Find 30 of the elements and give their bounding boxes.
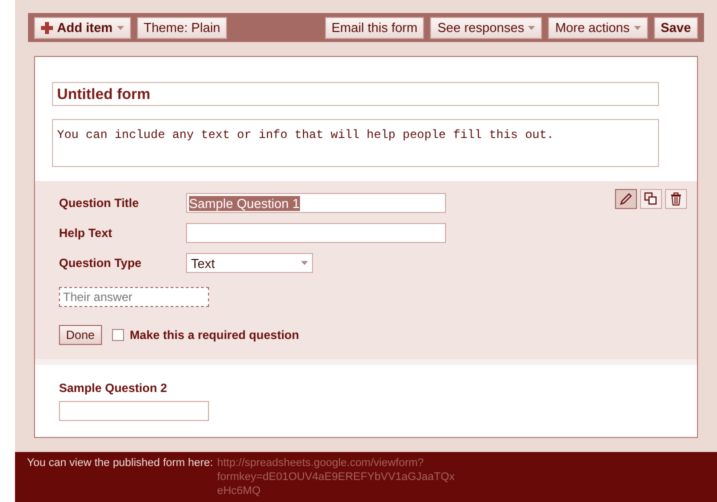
field-label: Question Type [59,256,142,270]
input-field[interactable]: Sample Question 1 [186,193,446,213]
checkbox-label: Make this a required question [130,328,300,342]
edit-button[interactable] [615,189,637,209]
delete-button[interactable] [665,189,687,209]
form-description-field[interactable]: You can include any text or info that will help people fill this out. [52,119,659,167]
footer-text: You can view the published form here: [27,456,214,470]
form-title-field[interactable]: Untitled form [52,82,659,106]
answer-field[interactable] [59,401,209,421]
toolbar-button[interactable]: Theme: Plain [136,16,228,38]
trash-icon [668,191,684,207]
required-checkbox[interactable] [112,329,124,341]
field-label: Question Title [59,196,140,210]
field-label: Help Text [59,226,114,240]
question-type-dropdown[interactable]: Text [186,253,313,273]
plus-icon [41,22,53,34]
dropdown-value: Text [191,256,215,270]
copy-icon [643,191,659,207]
toolbar-button[interactable]: See responses [430,16,542,38]
pencil-icon [618,191,634,207]
toolbar-button[interactable]: Email this form [324,16,424,38]
caret-icon [301,261,308,265]
input-field[interactable] [186,223,446,243]
done-button[interactable]: Done [59,325,102,345]
answer-preview-field[interactable]: Their answer [59,287,209,307]
question-title: Sample Question 2 [59,381,168,395]
toolbar-button[interactable]: Save [654,16,698,38]
toolbar-button[interactable]: More actions [548,16,648,38]
copy-button[interactable] [640,189,662,209]
toolbar-button[interactable]: Add item [34,16,131,38]
